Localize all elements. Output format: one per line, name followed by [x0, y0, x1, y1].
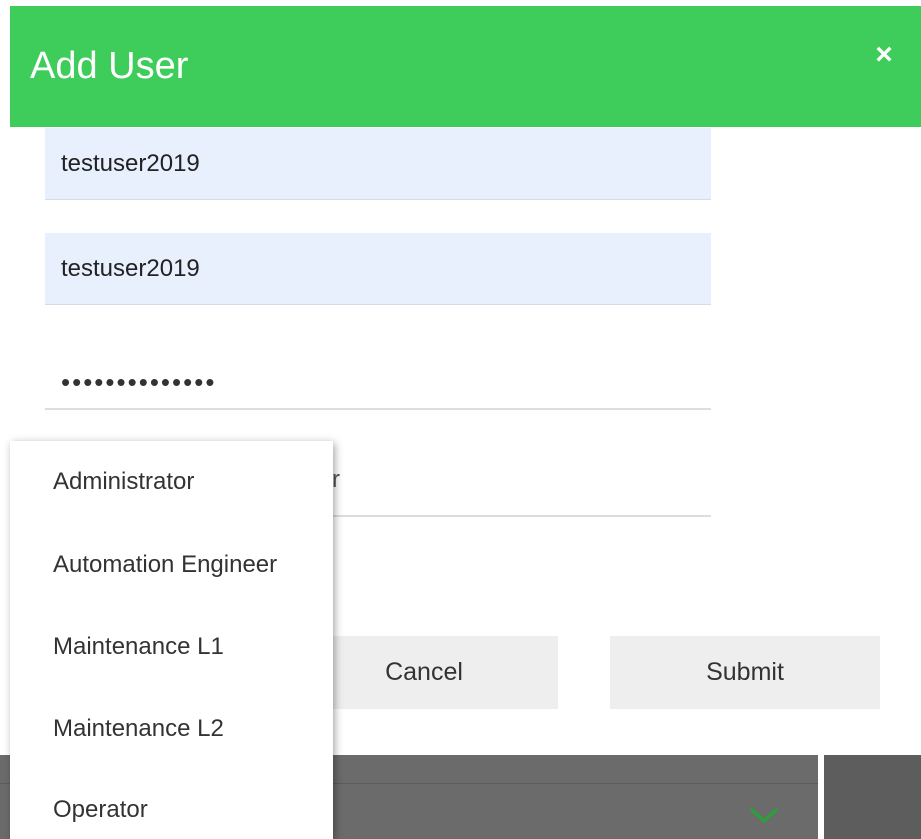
chevron-down-icon[interactable] [748, 804, 780, 826]
role-option-administrator[interactable]: Administrator [53, 468, 194, 496]
username-field[interactable]: testuser2019 [45, 128, 711, 200]
fullname-field[interactable]: testuser2019 [45, 233, 711, 305]
close-icon[interactable]: × [869, 40, 899, 70]
dialog-header: Add User × [10, 6, 921, 127]
password-field[interactable]: •••••••••••••• [45, 340, 711, 410]
role-option-automation-engineer[interactable]: Automation Engineer [53, 551, 277, 579]
role-select-value-fragment: r [332, 466, 340, 493]
role-option-maintenance-l1[interactable]: Maintenance L1 [53, 633, 224, 661]
dialog-title: Add User [30, 45, 189, 87]
page: Add User × testuser2019 testuser2019 •••… [0, 0, 921, 839]
role-dropdown-menu: Administrator Automation Engineer Mainte… [10, 441, 333, 839]
submit-button[interactable]: Submit [610, 636, 880, 709]
role-option-operator[interactable]: Operator [53, 796, 148, 824]
background-panel-right [824, 755, 921, 839]
role-option-maintenance-l2[interactable]: Maintenance L2 [53, 715, 224, 743]
